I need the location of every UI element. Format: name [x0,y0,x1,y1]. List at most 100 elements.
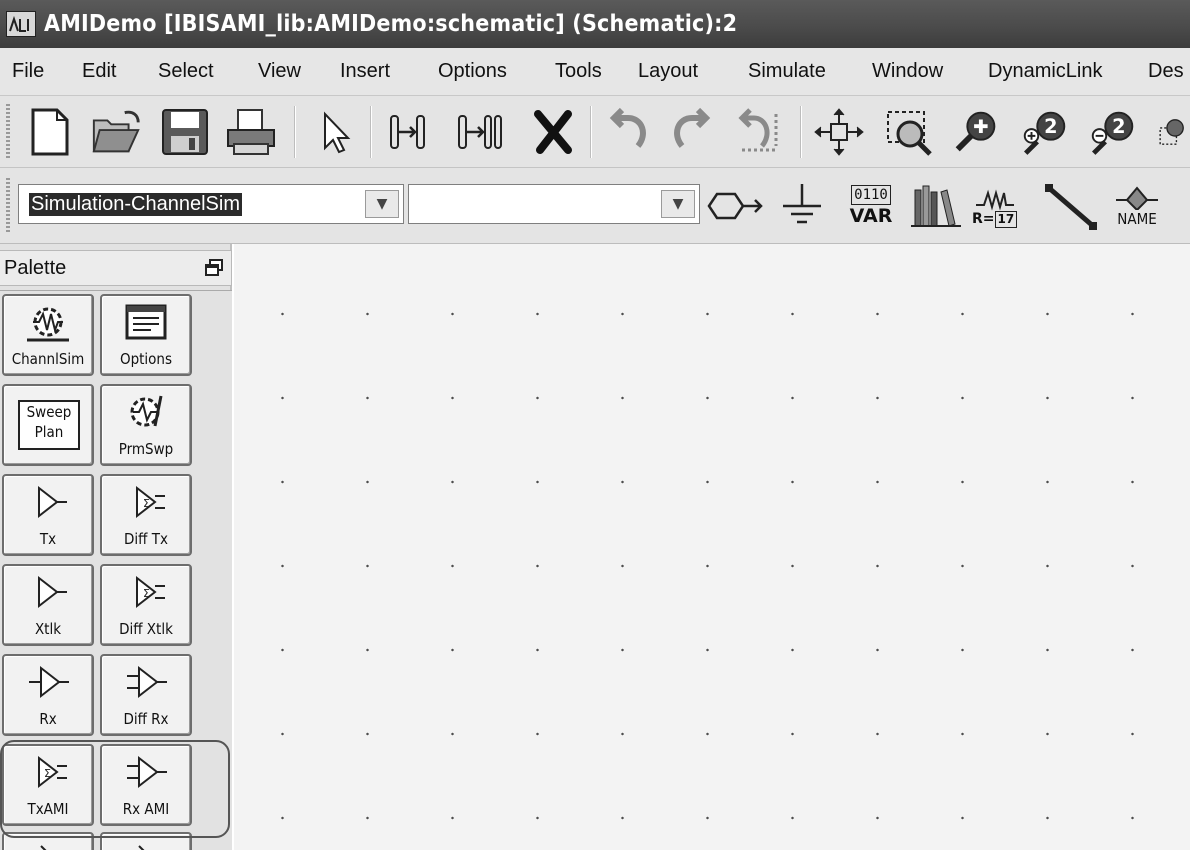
palette-title: Palette [4,257,67,279]
palette-header: Palette [0,250,232,286]
palette-item-rx[interactable]: Rx [2,654,94,736]
palette-item-tx[interactable]: Tx [2,474,94,556]
diff-tx-icon: Σ [136,485,165,519]
channel-sim-icon [27,307,69,342]
palette-item-rx-ami[interactable]: Rx AMI [100,744,192,826]
tx-ami-icon: Σ [38,755,67,789]
palette-item-param-sweep[interactable]: PrmSwp [100,384,192,466]
component-select[interactable]: ▼ [408,184,700,224]
rx-icon [29,665,69,699]
insert-pin-icon[interactable] [380,102,434,162]
redo-icon[interactable] [666,102,720,162]
menu-window[interactable]: Window [872,60,943,83]
save-icon[interactable] [158,102,212,162]
move-icon[interactable] [812,102,866,162]
menu-insert[interactable]: Insert [340,60,390,83]
palette-item-sweep-plan[interactable]: Sweep Plan [2,384,94,466]
palette-item-partial[interactable] [100,832,192,850]
zoom-fit-icon[interactable] [1152,102,1190,162]
port-icon[interactable] [704,176,766,236]
menu-design[interactable]: Des [1148,60,1184,83]
toolbar-separator [294,106,296,158]
zoom-area-icon[interactable] [882,102,936,162]
name-label-icon[interactable]: NAME [1104,176,1170,236]
library-select[interactable]: Simulation-ChannelSim ▼ [18,184,404,224]
svg-text:2: 2 [1112,115,1125,138]
window-title: AMIDemo [IBISAMI_lib:AMIDemo:schematic] … [44,11,738,37]
palette-item-diff-rx[interactable]: Diff Rx [100,654,192,736]
menu-view[interactable]: View [258,60,301,83]
menu-tools[interactable]: Tools [555,60,602,83]
menu-simulate[interactable]: Simulate [748,60,826,83]
svg-text:Σ: Σ [143,497,150,510]
menu-select[interactable]: Select [158,60,214,83]
select-pointer-icon[interactable] [306,102,360,162]
menu-dynamiclink[interactable]: DynamicLink [988,60,1102,83]
var-bits: 0110 [851,185,891,205]
menu-options[interactable]: Options [438,60,507,83]
tx-icon [38,485,67,519]
wire-icon[interactable] [1040,176,1102,236]
zoom-in-2x-icon[interactable]: 2 [1018,102,1072,162]
delete-icon[interactable] [526,102,580,162]
chevron-down-icon[interactable]: ▼ [661,190,695,218]
zoom-in-icon[interactable] [950,102,1004,162]
schematic-canvas[interactable] [234,244,1190,850]
menu-edit[interactable]: Edit [82,60,116,83]
sweep-plan-icon-text: Sweep [26,403,72,421]
toolbar-grip[interactable] [6,104,10,160]
palette-item-partial[interactable] [2,832,94,850]
palette-item-label: PrmSwp [118,440,174,458]
diff-rx-icon [127,665,167,699]
palette-item-options[interactable]: Options [100,294,192,376]
var-label: VAR [849,205,893,227]
new-document-icon[interactable] [22,102,76,162]
svg-text:Σ: Σ [143,587,150,600]
palette-item-label: Diff Xtlk [119,620,173,638]
main-toolbar: 2 2 [0,96,1190,168]
restore-window-icon[interactable] [205,259,223,277]
undo-icon[interactable] [600,102,654,162]
palette-item-label: TxAMI [27,800,69,818]
zoom-out-2x-icon[interactable]: 2 [1086,102,1140,162]
ground-icon[interactable] [774,176,830,236]
toolbar-separator [800,106,802,158]
resistor-value: 17 [994,210,1018,228]
menu-layout[interactable]: Layout [638,60,698,83]
palette-item-label: Rx [39,710,57,728]
palette-item-channelsim[interactable]: ChannlSim [2,294,94,376]
resistor-label: R= [972,211,995,227]
menu-file[interactable]: File [12,60,44,83]
options-icon [125,304,167,340]
palette-item-diff-tx[interactable]: Σ Diff Tx [100,474,192,556]
open-folder-icon[interactable] [90,102,144,162]
library-books-icon[interactable] [906,176,966,236]
palette-item-label: Xtlk [34,620,62,638]
chevron-down-icon[interactable]: ▼ [365,190,399,218]
svg-text:2: 2 [1044,115,1057,138]
amplifier-icon [138,845,145,850]
palette-item-label: ChannlSim [11,350,85,368]
palette-item-diff-xtlk[interactable]: Σ Diff Xtlk [100,564,192,646]
resistor-icon[interactable]: R= 17 [972,176,1032,236]
toolbar-separator [370,106,372,158]
var-equation-icon[interactable]: 0110 VAR [838,176,904,236]
undo-history-icon[interactable] [732,102,786,162]
component-toolbar: Simulation-ChannelSim ▼ ▼ 0110 VAR R= 17… [0,168,1190,244]
sweep-plan-icon: Sweep Plan [18,400,80,450]
print-icon[interactable] [224,102,278,162]
title-bar: AMIDemo [IBISAMI_lib:AMIDemo:schematic] … [0,0,1190,48]
insert-port-icon[interactable] [452,102,506,162]
palette-item-label: Plan [34,423,64,441]
toolbar-grip[interactable] [6,178,10,234]
svg-text:Σ: Σ [44,767,51,780]
palette-item-tx-ami[interactable]: Σ TxAMI [2,744,94,826]
name-label: NAME [1117,210,1157,228]
param-sweep-icon [130,395,163,427]
amplifier-icon [40,845,47,850]
rx-ami-icon [127,755,167,789]
palette-item-xtlk[interactable]: Xtlk [2,564,94,646]
palette-item-label: Options [119,350,173,368]
library-select-value: Simulation-ChannelSim [29,193,242,216]
palette-item-label: Tx [39,530,57,548]
